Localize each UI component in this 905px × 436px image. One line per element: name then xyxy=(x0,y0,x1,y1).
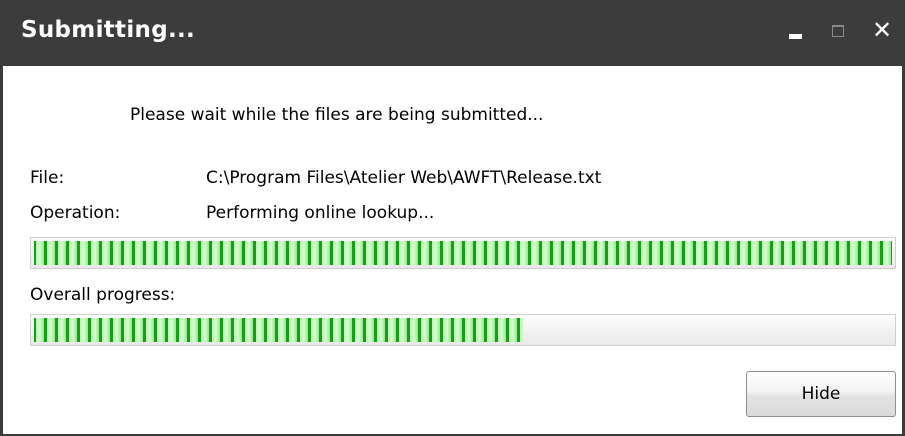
close-button[interactable]: ✕ xyxy=(869,16,897,46)
operation-value: Performing online lookup... xyxy=(206,203,435,223)
hide-button[interactable]: Hide xyxy=(746,371,896,417)
close-icon: ✕ xyxy=(871,16,893,44)
operation-label: Operation: xyxy=(30,203,121,223)
minimize-icon xyxy=(789,34,802,39)
file-label: File: xyxy=(30,168,65,188)
maximize-button[interactable] xyxy=(826,18,854,46)
overall-progress-label: Overall progress: xyxy=(30,285,176,305)
file-progress-fill xyxy=(34,241,892,265)
submitting-dialog: Submitting... ✕ Please wait while the fi… xyxy=(0,0,905,436)
file-path: C:\Program Files\Atelier Web\AWFT\Releas… xyxy=(206,168,602,188)
maximize-icon xyxy=(832,25,844,37)
window-title: Submitting... xyxy=(21,17,196,43)
minimize-button[interactable] xyxy=(783,18,811,46)
status-message: Please wait while the files are being su… xyxy=(130,105,544,125)
overall-progress-bar xyxy=(30,314,896,346)
overall-progress-fill xyxy=(34,318,524,342)
title-bar[interactable]: Submitting... ✕ xyxy=(3,0,902,66)
file-progress-bar xyxy=(30,237,896,269)
